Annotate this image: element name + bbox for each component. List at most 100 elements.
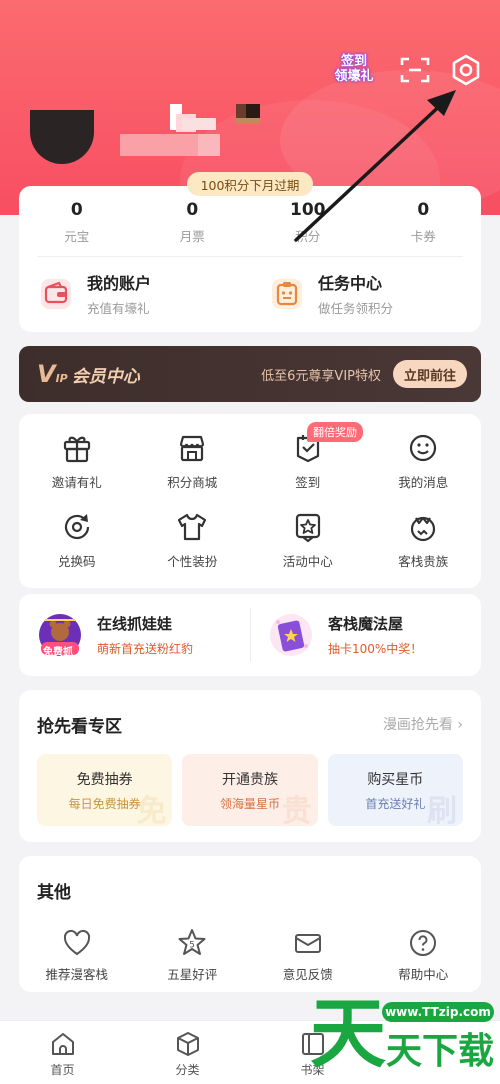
quick-title: 任务中心 (318, 274, 383, 293)
magic-house-promo[interactable]: 客栈魔法屋 抽卡100%中奖！ (250, 594, 481, 676)
quick-title: 我的账户 (87, 274, 152, 293)
recommend-app-item[interactable]: 推荐漫客栈 (19, 928, 135, 983)
activity-center-item[interactable]: 活动中心 (250, 511, 366, 570)
double-reward-badge: 翻倍奖励 (307, 422, 363, 442)
vip-logo-v: V (37, 360, 56, 388)
points-mall-item[interactable]: 积分商城 (135, 432, 251, 491)
redeem-code-icon (64, 514, 89, 540)
promo-title: 客栈魔法屋 (328, 615, 404, 633)
task-center-link[interactable]: 任务中心 做任务领积分 (250, 270, 481, 317)
grid-label: 积分商城 (167, 475, 218, 490)
quick-sub: 充值有壕礼 (87, 301, 150, 316)
help-center-item[interactable]: 帮助中心 (366, 928, 482, 983)
invite-gift-item[interactable]: 邀请有礼 (19, 432, 135, 491)
watermark-char: 载 (458, 1031, 495, 1072)
grid-label: 活动中心 (282, 554, 333, 569)
cube-icon (176, 1032, 199, 1056)
tile-watermark: 免 (136, 794, 167, 826)
stat-monthly-ticket[interactable]: 0 月票 (135, 200, 251, 245)
claw-machine-promo[interactable]: 免费抓 在线抓娃娃 萌新首充送粉红豹 (19, 594, 250, 676)
features-card: 邀请有礼 积分商城 翻倍奖励 签到 我的消息 兑换码 个性装扮 活动中心 客栈贵… (19, 414, 481, 588)
smile-message-icon (410, 434, 437, 462)
other-label: 五星好评 (167, 967, 218, 982)
grid-label: 邀请有礼 (51, 475, 102, 490)
five-star-review-item[interactable]: 5 五星好评 (135, 928, 251, 983)
tab-home[interactable]: 首页 (0, 1021, 125, 1084)
claw-machine-image: 免费抓 (37, 612, 83, 658)
tile-title: 购买星币 (367, 771, 424, 788)
manga-preview-link[interactable]: 漫画抢先看 › (383, 714, 463, 734)
promo-sub: 萌新首充送粉红豹 (97, 642, 194, 656)
preview-zone-title: 抢先看专区 (37, 717, 122, 737)
checkin-item[interactable]: 翻倍奖励 签到 (250, 422, 366, 491)
preview-tiles: 免费抽券 每日免费抽券 免 开通贵族 领海量星币 贵 购买星币 首充送好礼 刷 (37, 754, 463, 826)
stat-yuanbao[interactable]: 0 元宝 (19, 200, 135, 245)
vip-go-button[interactable]: 立即前往 (393, 360, 467, 388)
quick-sub: 做任务领积分 (318, 301, 394, 316)
stat-label: 元宝 (64, 229, 90, 244)
heart-icon (63, 929, 90, 956)
task-robot-icon (272, 278, 302, 309)
stat-label: 积分 (295, 229, 321, 244)
site-watermark-logo: 天 www.TTzip.com 天 下 载 (310, 989, 500, 1084)
grid-label: 个性装扮 (167, 554, 218, 569)
vip-logo-small: IP (55, 372, 68, 385)
stat-value: 0 (417, 200, 430, 220)
tile-watermark: 贵 (281, 794, 312, 826)
inn-nobility-item[interactable]: 客栈贵族 (366, 511, 482, 570)
signin-line1: 签到 (340, 54, 367, 69)
grid-label: 签到 (295, 475, 321, 490)
features-grid: 邀请有礼 积分商城 翻倍奖励 签到 我的消息 兑换码 个性装扮 活动中心 客栈贵… (19, 422, 482, 570)
grid-label: 我的消息 (398, 475, 449, 490)
assets-card: 0 元宝 0 月票 100 积分 0 卡券 我的账户 充值有壕礼 任务中心 做任… (19, 186, 481, 332)
more-label: 漫画抢先看 (382, 717, 453, 733)
tile-sub: 首充送好礼 (365, 796, 426, 811)
tshirt-icon (178, 513, 207, 541)
my-account-link[interactable]: 我的账户 充值有壕礼 (19, 270, 250, 317)
feedback-item[interactable]: 意见反馈 (250, 928, 366, 983)
stat-points[interactable]: 100 积分 (250, 200, 366, 245)
other-label: 帮助中心 (398, 967, 449, 982)
scan-icon[interactable] (400, 56, 430, 84)
my-messages-item[interactable]: 我的消息 (366, 432, 482, 491)
other-items: 推荐漫客栈 5 五星好评 意见反馈 帮助中心 (19, 928, 481, 983)
points-expire-badge[interactable]: 100积分下月过期 (187, 172, 313, 196)
watermark-url: www.TTzip.com (382, 1002, 494, 1022)
signin-gift-button[interactable]: 签到 领壕礼 (330, 50, 378, 88)
stat-coupons[interactable]: 0 卡券 (366, 200, 482, 245)
watermark-char: 天 (386, 1031, 423, 1072)
buy-stars-tile[interactable]: 购买星币 首充送好礼 刷 (327, 754, 463, 826)
star-five-icon: 5 (178, 929, 206, 955)
stat-label: 卡券 (410, 229, 436, 244)
tile-sub: 领海量星币 (219, 796, 280, 811)
other-label: 推荐漫客栈 (45, 967, 108, 982)
preview-zone-card: 抢先看专区 漫画抢先看 › 免费抽券 每日免费抽券 免 开通贵族 领海量星币 贵… (19, 690, 481, 842)
promo-card: 免费抓 在线抓娃娃 萌新首充送粉红豹 客栈魔法屋 抽卡100%中奖！ (19, 594, 481, 676)
stats-row: 0 元宝 0 月票 100 积分 0 卡券 (19, 200, 481, 245)
stat-label: 月票 (179, 229, 205, 244)
vip-desc: 低至6元尊享VIP特权 (261, 368, 381, 384)
chevron-right-icon: › (457, 717, 463, 733)
free-coupon-tile[interactable]: 免费抽券 每日免费抽券 免 (37, 754, 173, 826)
tab-label: 分类 (175, 1063, 200, 1077)
promo-title: 在线抓娃娃 (97, 615, 173, 633)
vip-center-banner[interactable]: VIP 会员中心 低至6元尊享VIP特权 立即前往 (19, 346, 481, 402)
star-number: 5 (189, 941, 195, 951)
free-claw-tag: 免费抓 (43, 647, 73, 658)
watermark-char: 天 (310, 989, 386, 1078)
dress-up-item[interactable]: 个性装扮 (135, 511, 251, 570)
tile-watermark: 刷 (426, 794, 457, 826)
stat-value: 100 (290, 200, 326, 220)
redeem-code-item[interactable]: 兑换码 (19, 511, 135, 570)
vip-logo: VIP (37, 360, 68, 388)
envelope-icon (294, 934, 321, 953)
stat-value: 0 (186, 200, 199, 220)
tab-category[interactable]: 分类 (125, 1021, 250, 1084)
settings-icon[interactable] (450, 54, 482, 86)
nobility-tile[interactable]: 开通贵族 领海量星币 贵 (182, 754, 318, 826)
tile-title: 开通贵族 (221, 771, 278, 788)
other-card: 其他 推荐漫客栈 5 五星好评 意见反馈 帮助中心 (19, 856, 481, 992)
crown-icon (411, 516, 436, 542)
magic-card-icon (270, 614, 312, 656)
stat-value: 0 (70, 200, 83, 220)
